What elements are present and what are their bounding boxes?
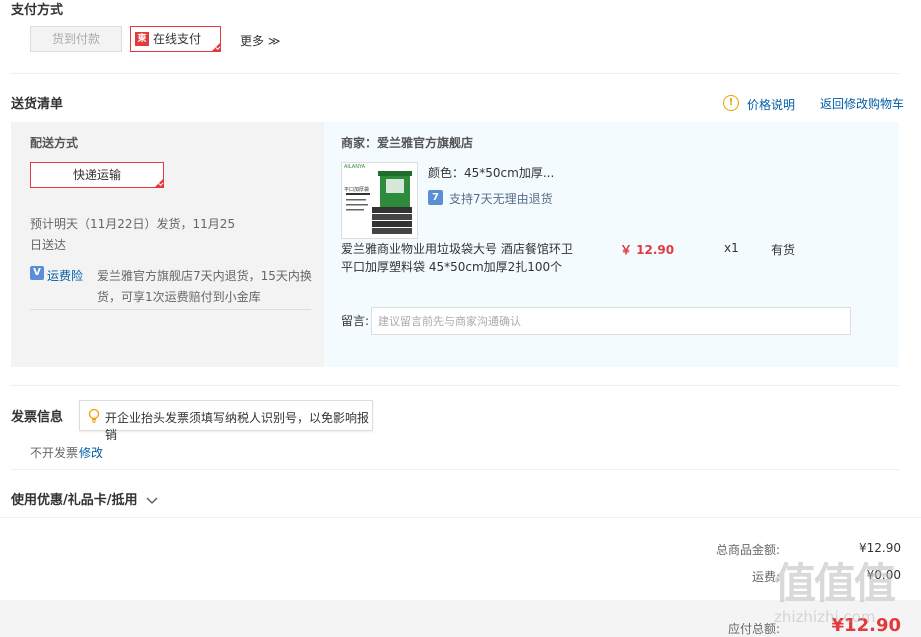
shipping-fee-label: 运费:: [751, 570, 780, 584]
product-title-line1[interactable]: 爱兰雅商业物业用垃圾袋大号 酒店餐馆环卫: [341, 240, 573, 257]
goods-total-label: 总商品金额:: [715, 543, 780, 557]
payment-section-title: 支付方式: [11, 3, 64, 18]
watermark-text: 值值值: [774, 559, 896, 608]
stock-status: 有货: [771, 243, 796, 257]
cod-payment-button[interactable]: 货到付款: [30, 26, 122, 52]
lightbulb-icon: [88, 408, 100, 423]
product-image-caption: 平口加厚袋: [344, 187, 370, 193]
online-payment-button[interactable]: 東 在线支付: [130, 26, 221, 52]
payable-label: 应付总额:: [727, 622, 780, 636]
divider: [0, 517, 921, 518]
insurance-desc-line1: 爱兰雅官方旗舰店7天内退货，15天内换: [97, 269, 312, 283]
divider: [11, 385, 900, 386]
shipping-method-label: 配送方式: [30, 136, 79, 150]
watermark-subtext: zhizhizhi.com: [774, 608, 876, 626]
product-price: ￥ 12.90: [620, 243, 675, 257]
product-image[interactable]: AILANYA 平口加厚袋: [341, 162, 418, 239]
trash-bag-product-icon: [342, 163, 417, 238]
product-title-line2[interactable]: 平口加厚塑料袋 45*50cm加厚2扎100个: [341, 258, 562, 275]
product-image-brand: AILANYA: [344, 164, 366, 170]
insurance-desc-line2: 货，可享1次运费赔付到小金库: [97, 290, 261, 304]
info-icon: !: [723, 95, 739, 111]
seller-name: 商家：爱兰雅官方旗舰店: [341, 136, 474, 150]
return-policy-icon: 7: [428, 190, 443, 205]
price-note-link[interactable]: 价格说明: [747, 96, 795, 113]
online-payment-label: 在线支付: [153, 32, 202, 46]
return-policy-text: 支持7天无理由退货: [449, 192, 553, 206]
eta-text-line1: 预计明天（11月22日）发货，11月25: [30, 217, 236, 231]
chevron-down-icon: [146, 497, 158, 504]
product-color: 颜色：45*50cm加厚...: [428, 166, 555, 180]
seller-message-input[interactable]: [371, 307, 851, 335]
express-shipping-label: 快递运输: [72, 168, 121, 182]
selected-check-icon: [211, 42, 221, 52]
selected-check-icon: [154, 178, 164, 188]
invoice-tip: 开企业抬头发票须填写纳税人识别号，以免影响报销: [79, 400, 373, 442]
invoice-section-title: 发票信息: [11, 410, 64, 425]
invoice-edit-link[interactable]: 修改: [79, 444, 103, 461]
message-label: 留言:: [341, 314, 370, 328]
jd-logo-icon: 東: [135, 32, 149, 46]
shield-icon: V: [30, 266, 44, 280]
invoice-status: 不开发票: [30, 446, 79, 460]
invoice-tip-text: 开企业抬头发票须填写纳税人识别号，以免影响报销: [105, 411, 370, 442]
divider: [11, 73, 900, 74]
express-shipping-button[interactable]: 快递运输: [30, 162, 164, 188]
more-payment-link[interactable]: 更多 ≫: [240, 32, 280, 49]
divider: [11, 469, 900, 470]
coupon-section-title: 使用优惠/礼品卡/抵用: [11, 493, 138, 508]
eta-text-line2: 日送达: [30, 238, 67, 252]
coupon-section-toggle[interactable]: 使用优惠/礼品卡/抵用: [11, 489, 158, 508]
divider: [30, 309, 311, 310]
shipping-insurance-link[interactable]: 运费险: [47, 267, 83, 284]
back-to-cart-link[interactable]: 返回修改购物车: [820, 95, 904, 112]
product-quantity: x1: [724, 241, 739, 255]
delivery-section-title: 送货清单: [11, 97, 64, 112]
watermark-logo: 值值值 zhizhizhi.com: [770, 550, 920, 636]
